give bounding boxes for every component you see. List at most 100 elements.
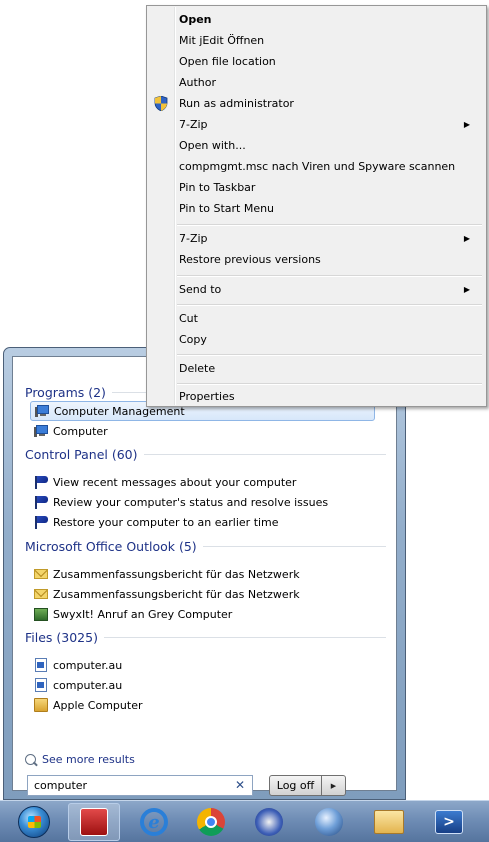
taskbar-people[interactable] <box>246 804 292 840</box>
start-button[interactable] <box>11 804 57 840</box>
start-orb-icon <box>18 806 50 838</box>
category-divider <box>103 637 386 638</box>
result-label: View recent messages about your computer <box>53 475 297 489</box>
menu-item-cut[interactable]: Cut <box>149 308 484 329</box>
menu-item-copy[interactable]: Copy <box>149 329 484 350</box>
menu-item-label: Pin to Taskbar <box>179 181 256 194</box>
search-results-panel: Programs (2) Computer Management Compute… <box>12 356 397 796</box>
folder-icon <box>33 697 49 713</box>
menu-item-virus-scan[interactable]: compmgmt.msc nach Viren und Spyware scan… <box>149 156 484 177</box>
powershell-icon: > <box>435 810 463 834</box>
menu-item-label: compmgmt.msc nach Viren und Spyware scan… <box>179 160 456 173</box>
menu-item-7zip[interactable]: 7-Zip ▶ <box>149 114 484 135</box>
computer-management-icon <box>34 403 50 419</box>
people-icon <box>255 808 283 836</box>
menu-separator <box>177 275 482 277</box>
context-menu: Open Mit jEdit Öffnen Open file location… <box>146 5 487 407</box>
menu-item-label: Open <box>179 13 212 26</box>
result-label: computer.au <box>53 678 123 692</box>
result-file-computer-au-1[interactable]: computer.au <box>33 655 122 675</box>
menu-item-run-as-administrator[interactable]: Run as administrator <box>149 93 484 114</box>
audio-file-icon <box>33 677 49 693</box>
see-more-results-link[interactable]: See more results <box>25 750 135 768</box>
chrome-icon <box>197 808 225 836</box>
menu-item-label: Cut <box>179 312 198 325</box>
action-center-flag-icon <box>33 474 49 490</box>
uac-shield-icon <box>154 96 168 111</box>
result-label: Restore your computer to an earlier time <box>53 515 279 529</box>
result-view-recent-messages[interactable]: View recent messages about your computer <box>33 472 296 492</box>
menu-item-label: Send to <box>179 283 222 296</box>
result-restore-computer[interactable]: Restore your computer to an earlier time <box>33 512 279 532</box>
taskbar-swyxit[interactable] <box>71 804 117 840</box>
category-divider <box>143 454 386 455</box>
menu-item-open-with[interactable]: Open with... <box>149 135 484 156</box>
menu-item-label: Open file location <box>179 55 276 68</box>
file-explorer-icon <box>374 810 404 834</box>
result-swyxit-call[interactable]: SwyxIt! Anruf an Grey Computer <box>33 604 232 624</box>
clear-search-icon[interactable]: ✕ <box>235 778 245 792</box>
see-more-label: See more results <box>42 752 135 766</box>
mail-icon <box>33 566 49 582</box>
menu-item-restore-previous-versions[interactable]: Restore previous versions <box>149 249 484 270</box>
menu-separator <box>177 304 482 306</box>
menu-item-author[interactable]: Author <box>149 72 484 93</box>
mail-icon <box>33 586 49 602</box>
menu-item-open-with-jedit[interactable]: Mit jEdit Öffnen <box>149 30 484 51</box>
category-header-label: Programs (2) <box>25 385 106 400</box>
result-review-status[interactable]: Review your computer's status and resolv… <box>33 492 328 512</box>
shutdown-controls: Log off ▶ <box>269 775 346 796</box>
category-divider <box>202 546 386 547</box>
search-box[interactable]: ✕ <box>27 775 253 796</box>
menu-item-open-file-location[interactable]: Open file location <box>149 51 484 72</box>
menu-item-label: Open with... <box>179 139 246 152</box>
menu-item-pin-to-start-menu[interactable]: Pin to Start Menu <box>149 198 484 219</box>
menu-item-label: Delete <box>179 362 216 375</box>
shutdown-options-arrow-icon[interactable]: ▶ <box>322 775 346 796</box>
swyxit-icon <box>80 808 108 836</box>
submenu-arrow-icon: ▶ <box>463 120 470 129</box>
menu-item-properties[interactable]: Properties <box>149 386 484 407</box>
category-header-files[interactable]: Files (3025) <box>25 629 386 646</box>
result-label: Zusammenfassungsbericht für das Netzwerk <box>53 567 300 581</box>
category-header-control-panel[interactable]: Control Panel (60) <box>25 446 386 463</box>
audio-file-icon <box>33 657 49 673</box>
start-menu: Programs (2) Computer Management Compute… <box>3 347 406 800</box>
menu-item-label: Pin to Start Menu <box>179 202 275 215</box>
search-input[interactable] <box>34 779 214 792</box>
taskbar-globe[interactable] <box>306 804 352 840</box>
taskbar-powershell[interactable]: > <box>426 804 472 840</box>
menu-separator <box>177 224 482 226</box>
category-header-outlook[interactable]: Microsoft Office Outlook (5) <box>25 538 386 555</box>
result-file-computer-au-2[interactable]: computer.au <box>33 675 122 695</box>
result-label: Computer <box>53 424 108 438</box>
menu-item-label: Run as administrator <box>179 97 294 110</box>
search-icon <box>25 753 36 765</box>
menu-item-label: Mit jEdit Öffnen <box>179 34 265 47</box>
result-label: Review your computer's status and resolv… <box>53 495 329 509</box>
taskbar: e > <box>0 800 489 842</box>
menu-item-delete[interactable]: Delete <box>149 358 484 379</box>
result-outlook-report-2[interactable]: Zusammenfassungsbericht für das Netzwerk <box>33 584 300 604</box>
menu-item-label: Author <box>179 76 217 89</box>
menu-separator <box>177 354 482 356</box>
menu-item-7zip-2[interactable]: 7-Zip ▶ <box>149 228 484 249</box>
menu-item-open[interactable]: Open <box>149 9 484 30</box>
action-center-flag-icon <box>33 514 49 530</box>
log-off-button[interactable]: Log off <box>269 775 322 796</box>
result-outlook-report-1[interactable]: Zusammenfassungsbericht für das Netzwerk <box>33 564 300 584</box>
taskbar-file-explorer[interactable] <box>366 804 412 840</box>
taskbar-chrome[interactable] <box>188 804 234 840</box>
taskbar-internet-explorer[interactable]: e <box>131 804 177 840</box>
swyxit-icon <box>33 606 49 622</box>
result-label: Zusammenfassungsbericht für das Netzwerk <box>53 587 300 601</box>
result-label: SwyxIt! Anruf an Grey Computer <box>53 607 233 621</box>
menu-item-label: 7-Zip <box>179 118 208 131</box>
menu-item-label: Copy <box>179 333 207 346</box>
result-computer[interactable]: Computer <box>33 421 108 441</box>
menu-item-send-to[interactable]: Send to ▶ <box>149 279 484 300</box>
globe-icon <box>315 808 343 836</box>
result-folder-apple-computer[interactable]: Apple Computer <box>33 695 143 715</box>
menu-separator <box>177 383 482 385</box>
menu-item-pin-to-taskbar[interactable]: Pin to Taskbar <box>149 177 484 198</box>
